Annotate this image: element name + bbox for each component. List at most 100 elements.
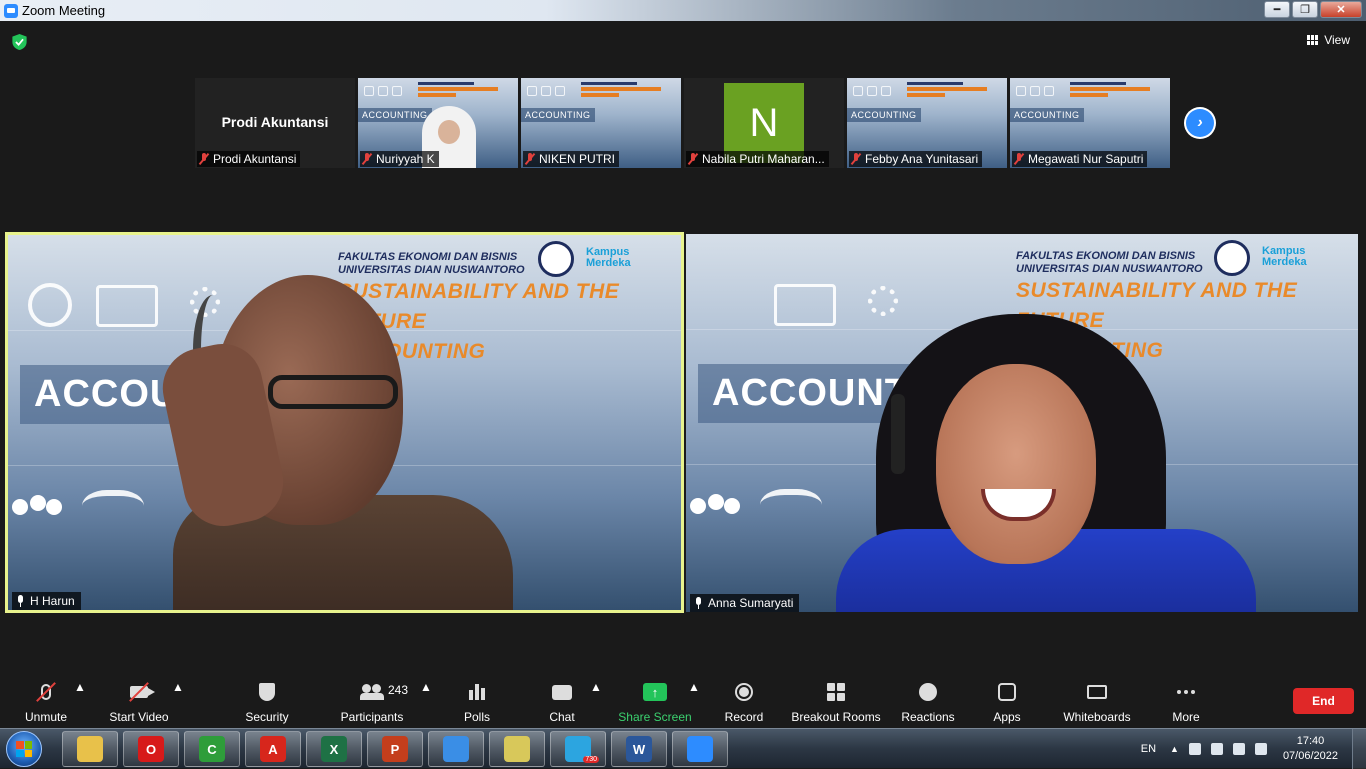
show-desktop-button[interactable] <box>1352 729 1366 769</box>
participant-video-person <box>155 275 513 610</box>
participant-name: NIKEN PUTRI <box>539 152 616 166</box>
window-title-bar: Zoom Meeting ━ ❐ ✕ <box>0 0 1366 21</box>
taskbar-app-telegram[interactable]: 730 <box>550 731 606 767</box>
opera-icon: O <box>138 736 164 762</box>
record-button[interactable]: Record <box>722 680 766 724</box>
start-button[interactable] <box>6 731 42 767</box>
mic-muted-icon <box>688 153 698 165</box>
thumbnail-slide-accounting-word: ACCOUNTING <box>358 108 432 122</box>
participant-name: Prodi Akuntansi <box>213 152 297 166</box>
chat-options-chevron-icon[interactable]: ▲ <box>590 680 602 694</box>
breakout-rooms-button[interactable]: Breakout Rooms <box>790 680 882 724</box>
action-center-flag-icon[interactable] <box>1254 743 1267 755</box>
share-options-chevron-icon[interactable]: ▲ <box>688 680 700 694</box>
powerpoint-icon: P <box>382 736 408 762</box>
university-logo-icon <box>538 241 574 277</box>
taskbar-app-word[interactable]: W <box>611 731 667 767</box>
share-screen-button[interactable]: ↑ Share Screen <box>618 680 692 724</box>
chat-button[interactable]: Chat <box>547 680 577 724</box>
participant-video-tile[interactable]: ACCOUNTING FAKULTAS EKONOMI DAN BISNIS U… <box>686 234 1358 612</box>
more-button[interactable]: More <box>1168 680 1204 724</box>
taskbar-app-sticky-notes[interactable] <box>489 731 545 767</box>
next-page-button[interactable]: › <box>1184 107 1216 139</box>
bar-chart-icon <box>774 284 836 326</box>
mic-muted-icon <box>1014 153 1024 165</box>
participant-thumbnail[interactable]: ACCOUNTING Megawati Nur Saputri <box>1010 78 1170 168</box>
thumbnail-slide-accounting-word: ACCOUNTING <box>847 108 921 122</box>
participant-display-name: Prodi Akuntansi <box>221 114 329 130</box>
start-video-button[interactable]: Start Video <box>106 680 172 724</box>
security-button[interactable]: Security <box>242 680 292 724</box>
participant-thumbnail[interactable]: ACCOUNTING Febby Ana Yunitasari <box>847 78 1007 168</box>
tray-expand-chevron-icon[interactable]: ▲ <box>1170 744 1179 754</box>
clock-time: 17:40 <box>1296 735 1325 747</box>
zoom-app-icon <box>4 3 18 18</box>
participant-thumbnail[interactable]: N Nabila Putri Maharan... <box>684 78 844 168</box>
mic-muted-icon <box>525 153 535 165</box>
video-options-chevron-icon[interactable]: ▲ <box>172 680 184 694</box>
reactions-button[interactable]: Reactions <box>900 680 956 724</box>
encryption-shield-icon[interactable] <box>12 34 27 50</box>
kampus-merdeka-logo: Kampus Merdeka <box>586 246 631 269</box>
language-indicator[interactable]: EN <box>1141 743 1156 755</box>
breakout-rooms-icon <box>827 683 845 701</box>
taskbar-app-chrome[interactable] <box>428 731 484 767</box>
video-name-tag: Anna Sumaryati <box>690 594 800 612</box>
participants-button[interactable]: 243 Participants <box>338 680 408 724</box>
minimize-button[interactable]: ━ <box>1264 1 1290 18</box>
maximize-button[interactable]: ❐ <box>1292 1 1318 18</box>
polls-button[interactable]: Polls <box>462 680 492 724</box>
participant-name-tag: NIKEN PUTRI <box>523 151 620 167</box>
system-tray: EN ▲ 17:40 07/06/2022 <box>1141 729 1366 769</box>
shield-icon <box>259 683 275 701</box>
handshake-icon <box>82 490 144 530</box>
explorer-icon <box>77 736 103 762</box>
taskbar-app-excel[interactable]: X <box>306 731 362 767</box>
zoom-icon <box>687 736 713 762</box>
whiteboard-icon <box>1087 685 1107 699</box>
participant-name-tag: Nuriyyah K <box>360 151 439 167</box>
handshake-icon <box>760 489 822 529</box>
taskbar-app-explorer[interactable] <box>62 731 118 767</box>
participant-name: Nuriyyah K <box>376 152 435 166</box>
pen-icon[interactable] <box>1232 743 1245 755</box>
apps-icon <box>998 683 1016 701</box>
microphone-icon <box>694 597 703 609</box>
chat-icon <box>552 684 572 700</box>
taskbar-app-acrobat[interactable]: A <box>245 731 301 767</box>
bar-chart-icon <box>96 285 158 327</box>
network-icon[interactable] <box>1188 743 1201 755</box>
taskbar-app-opera[interactable]: O <box>123 731 179 767</box>
speaker-video-tile[interactable]: ACCOUNTING FAKULTAS EKONOMI DAN BISNIS U… <box>5 232 684 613</box>
audio-options-chevron-icon[interactable]: ▲ <box>74 680 86 694</box>
participants-options-chevron-icon[interactable]: ▲ <box>420 680 432 694</box>
participant-name-tag: Megawati Nur Saputri <box>1012 151 1148 167</box>
emoji-reaction-icon <box>919 683 937 701</box>
window-title: Zoom Meeting <box>22 3 106 18</box>
view-button[interactable]: View <box>1307 33 1350 47</box>
unmute-button[interactable]: Unmute <box>22 680 70 724</box>
taskbar-app-zoom[interactable] <box>672 731 728 767</box>
excel-icon: X <box>321 736 347 762</box>
video-name-tag: H Harun <box>12 592 81 610</box>
end-meeting-button[interactable]: End <box>1293 688 1354 714</box>
grid-view-icon <box>1307 35 1319 45</box>
record-icon <box>735 683 753 701</box>
mic-muted-icon <box>362 153 372 165</box>
power-icon[interactable] <box>1210 743 1223 755</box>
taskbar-app-powerpoint[interactable]: P <box>367 731 423 767</box>
apps-button[interactable]: Apps <box>990 680 1024 724</box>
participant-thumbnail-strip: Prodi Akuntansi Prodi Akuntansi ACCOUNTI… <box>195 78 1170 168</box>
taskbar-clock[interactable]: 17:40 07/06/2022 <box>1283 734 1338 764</box>
close-button[interactable]: ✕ <box>1320 1 1362 18</box>
participant-name: Anna Sumaryati <box>708 596 794 610</box>
university-logo-icon <box>1214 240 1250 276</box>
taskbar-app-camtasia[interactable]: C <box>184 731 240 767</box>
whiteboards-button[interactable]: Whiteboards <box>1060 680 1134 724</box>
more-dots-icon <box>1177 690 1195 694</box>
chevron-right-icon: › <box>1186 109 1214 137</box>
participant-name: Febby Ana Yunitasari <box>865 152 979 166</box>
participant-thumbnail[interactable]: ACCOUNTING Nuriyyah K <box>358 78 518 168</box>
participant-thumbnail[interactable]: ACCOUNTING NIKEN PUTRI <box>521 78 681 168</box>
participant-thumbnail[interactable]: Prodi Akuntansi Prodi Akuntansi <box>195 78 355 168</box>
